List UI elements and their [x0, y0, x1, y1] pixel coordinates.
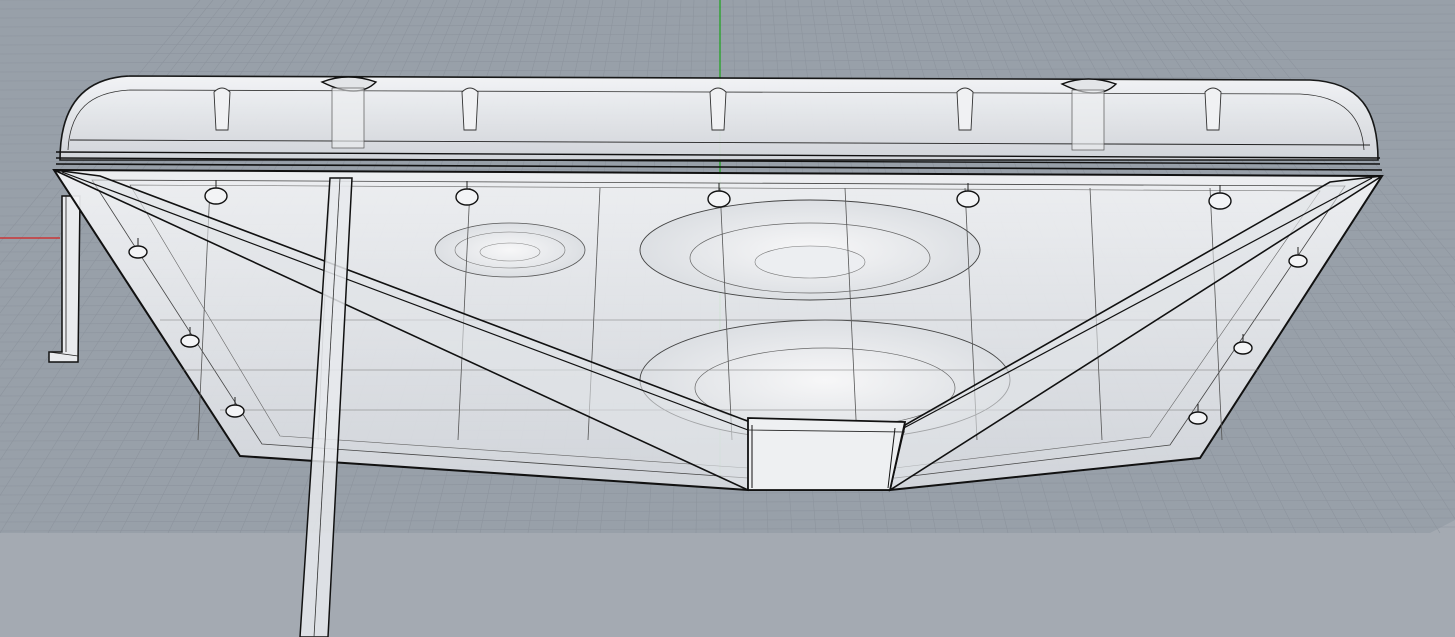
- viewport-3d[interactable]: [0, 0, 1455, 637]
- mounting-hole: [455, 188, 479, 206]
- clip-tab: [956, 87, 974, 131]
- mounting-hole: [707, 190, 731, 208]
- clip-tab: [709, 87, 727, 131]
- mounting-hole: [225, 404, 245, 418]
- mounting-hole: [128, 245, 148, 259]
- mounting-hole: [1233, 341, 1253, 355]
- clip-tab: [461, 87, 479, 131]
- fan-rear-left: [434, 222, 586, 278]
- mounting-hole: [1208, 192, 1232, 210]
- mounting-hole: [204, 187, 228, 205]
- housing-body[interactable]: [52, 75, 1384, 492]
- mounting-hole: [1188, 411, 1208, 425]
- mounting-hole: [956, 190, 980, 208]
- clip-tab: [213, 87, 231, 131]
- mounting-hole: [1288, 254, 1308, 268]
- viewport-canvas[interactable]: [0, 0, 1455, 637]
- mounting-hole: [180, 334, 200, 348]
- clip-tab: [1204, 87, 1222, 131]
- fan-rear-center: [639, 199, 981, 301]
